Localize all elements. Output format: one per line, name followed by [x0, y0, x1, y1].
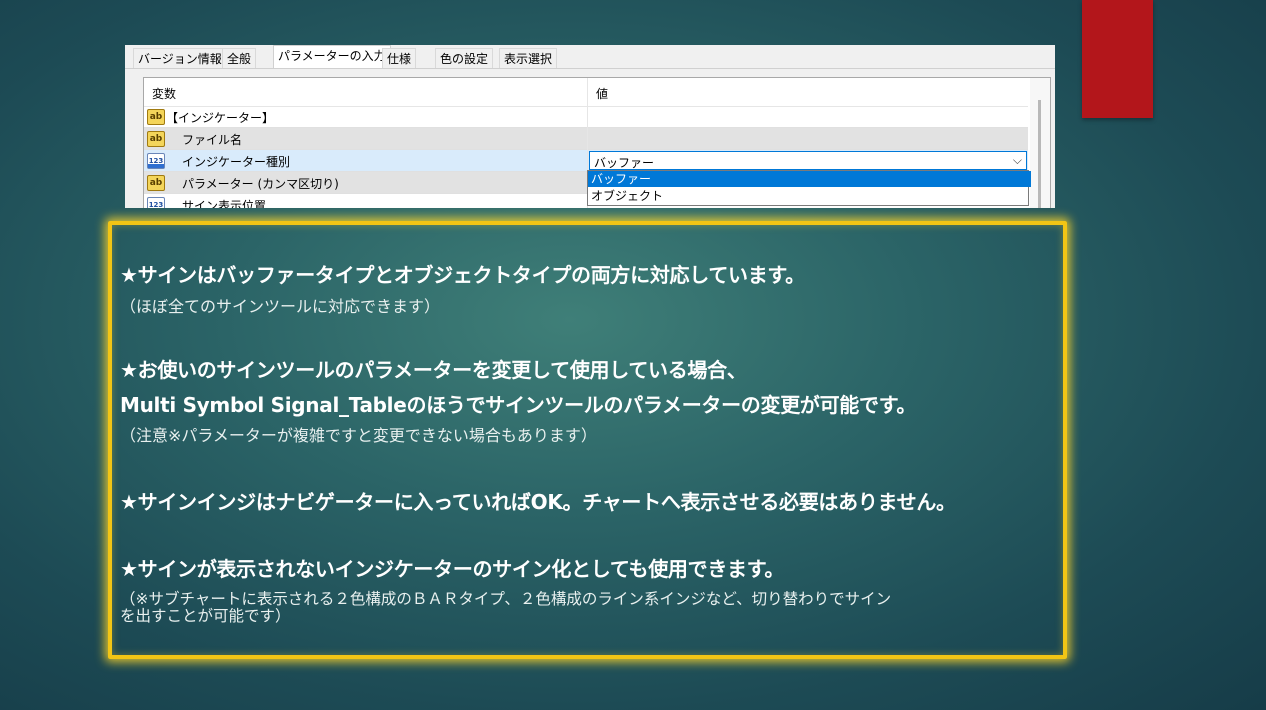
column-header-variable[interactable]: 変数 [152, 85, 176, 102]
note-3-title: ★サインインジはナビゲーターに入っていればOK。チャートへ表示させる必要はありま… [120, 490, 956, 514]
note-1-subtext: （ほぼ全てのサインツールに対応できます） [120, 297, 441, 316]
row-value-cell[interactable] [588, 106, 1028, 127]
note-4-subtext-line-2: を出すことが可能です） [120, 607, 291, 625]
column-header-value[interactable]: 値 [596, 85, 608, 102]
scrollbar-thumb[interactable] [1038, 100, 1041, 208]
number-type-icon: 123 [147, 153, 165, 169]
string-type-icon: ab [147, 175, 165, 191]
tab-version-info[interactable]: バージョン情報 [133, 48, 227, 69]
red-accent-block [1082, 0, 1153, 118]
vertical-scrollbar[interactable] [1030, 78, 1050, 208]
row-variable-cell: 123 サイン表示位置 [144, 194, 587, 208]
select-value: バッファー [594, 156, 655, 170]
table-row[interactable]: ab 【インジケーター】 [144, 106, 1028, 128]
indicator-properties-dialog: バージョン情報 全般 パラメーターの入力 仕様 色の設定 表示選択 変数 値 a… [125, 45, 1055, 208]
row-value-cell[interactable] [588, 128, 1028, 149]
indicator-type-select[interactable]: バッファー ⌵ [589, 151, 1027, 170]
tab-bar: バージョン情報 全般 パラメーターの入力 仕様 色の設定 表示選択 [125, 45, 1055, 69]
table-row[interactable]: ab ファイル名 [144, 128, 1028, 150]
row-variable-cell: 123 インジケーター種別 [144, 150, 587, 171]
tab-spec[interactable]: 仕様 [382, 48, 417, 69]
tab-general[interactable]: 全般 [222, 48, 257, 69]
tab-display-selection[interactable]: 表示選択 [499, 48, 558, 69]
chevron-down-icon: ⌵ [1012, 153, 1022, 167]
note-2-title-line-2: Multi Symbol Signal_Tableのほうでサインツールのパラメー… [120, 393, 917, 417]
string-type-icon: ab [147, 131, 165, 147]
dropdown-option-buffer[interactable]: バッファー [588, 171, 1031, 187]
note-2-subtext: （注意※パラメーターが複雑ですと変更できない場合もあります） [120, 426, 597, 445]
dropdown-option-object[interactable]: オブジェクト [588, 188, 1031, 204]
row-variable-cell: ab パラメーター (カンマ区切り) [144, 172, 587, 193]
row-label: インジケーター種別 [182, 155, 291, 169]
note-1-title: ★サインはバッファータイプとオブジェクトタイプの両方に対応しています。 [120, 263, 805, 287]
tab-color-settings[interactable]: 色の設定 [435, 48, 494, 69]
tab-divider [125, 68, 1055, 69]
row-value-cell: バッファー ⌵ [588, 150, 1028, 171]
row-label: ファイル名 [182, 133, 243, 147]
number-type-icon: 123 [147, 197, 165, 208]
string-type-icon: ab [147, 109, 165, 125]
row-label: 【インジケーター】 [166, 111, 275, 125]
indicator-type-dropdown-list: バッファー オブジェクト [587, 170, 1031, 206]
row-label: パラメーター (カンマ区切り) [182, 177, 339, 191]
note-2-title-line-1: ★お使いのサインツールのパラメーターを変更して使用している場合、 [120, 358, 747, 382]
table-row[interactable]: 123 インジケーター種別 バッファー ⌵ [144, 150, 1028, 172]
row-label: サイン表示位置 [182, 199, 267, 208]
note-4-title: ★サインが表示されないインジケーターのサイン化としても使用できます。 [120, 557, 785, 581]
table-header: 変数 値 [144, 78, 1028, 107]
row-variable-cell: ab ファイル名 [144, 128, 587, 149]
tab-parameter-input[interactable]: パラメーターの入力 [273, 45, 391, 69]
row-variable-cell: ab 【インジケーター】 [144, 106, 587, 127]
